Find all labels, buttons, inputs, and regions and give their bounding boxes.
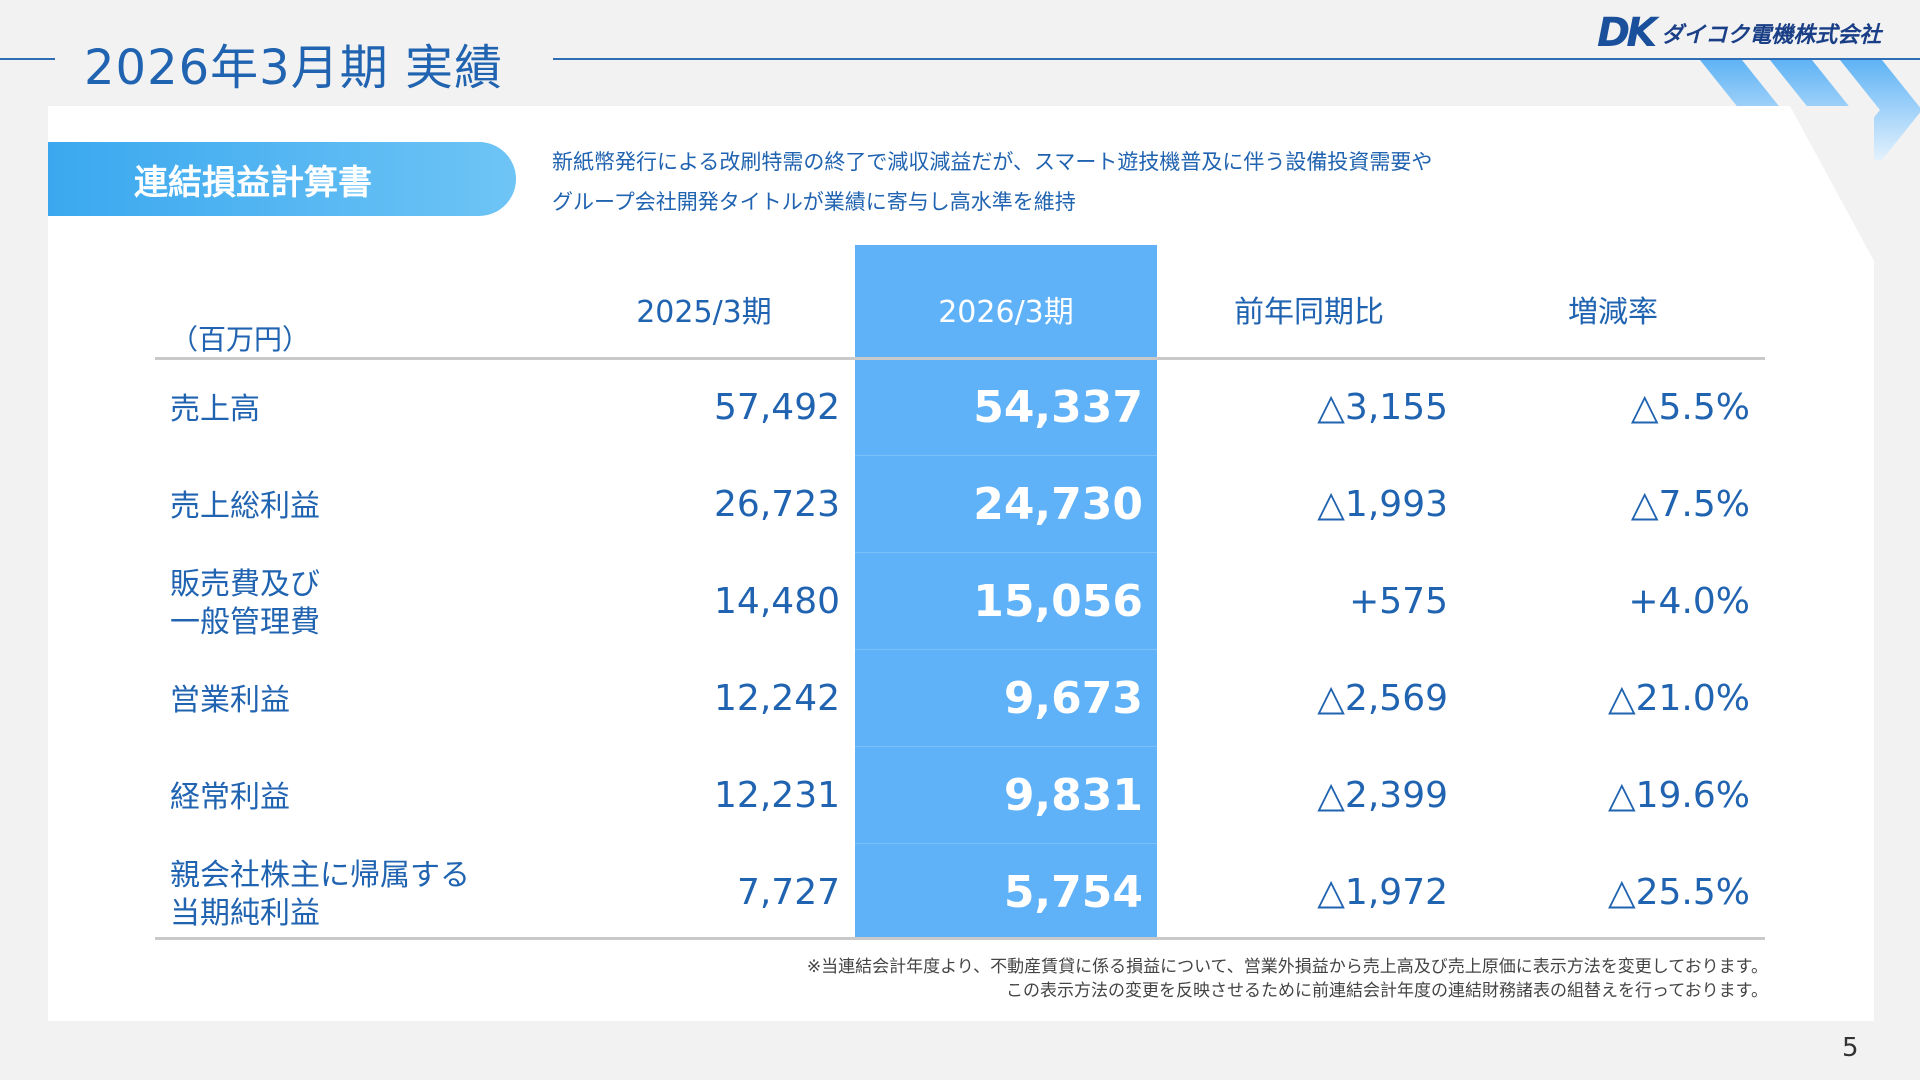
highlight-row-separator: [855, 455, 1157, 456]
cell-diff: △2,569: [1317, 678, 1448, 719]
logo-company-name: ダイコク電機株式会社: [1661, 23, 1882, 48]
cell-rate: △7.5%: [1630, 484, 1750, 525]
cell-curr: 5,754: [1003, 867, 1143, 918]
row-label-line: 販売費及び: [170, 567, 320, 602]
cell-rate: △25.5%: [1607, 872, 1750, 913]
section-label: 連結損益計算書: [48, 142, 516, 216]
table-header-rule: [155, 357, 1765, 360]
row-label: 親会社株主に帰属する 当期純利益: [170, 857, 470, 933]
footnote-line: この表示方法の変更を反映させるために前連結会計年度の連結財務諸表の組替えを行って…: [1006, 981, 1768, 1001]
highlight-row-separator: [855, 843, 1157, 844]
logo-mark-k: K: [1626, 10, 1657, 56]
row-label: 経常利益: [170, 779, 290, 817]
highlight-row-separator: [855, 552, 1157, 553]
table-unit: （百万円）: [170, 323, 311, 356]
cell-curr: 24,730: [973, 479, 1143, 530]
row-label-line: 営業利益: [170, 683, 290, 718]
cell-diff: △1,993: [1317, 484, 1448, 525]
cell-rate: △21.0%: [1607, 678, 1750, 719]
page-title: 2026年3月期 実績: [84, 40, 503, 96]
header-curr-year: 2026/3期: [938, 295, 1074, 330]
row-label-line: 売上総利益: [170, 489, 320, 524]
logo-mark-d: D: [1597, 10, 1630, 56]
header-yoy-diff: 前年同期比: [1234, 295, 1384, 330]
cell-diff: △1,972: [1317, 872, 1448, 913]
cell-diff: +575: [1349, 581, 1448, 622]
cell-prev: 14,480: [714, 581, 840, 622]
row-label-line: 経常利益: [170, 780, 290, 815]
cell-prev: 12,231: [714, 775, 840, 816]
cell-curr: 9,673: [1003, 673, 1143, 724]
cell-rate: +4.0%: [1628, 581, 1750, 622]
cell-prev: 26,723: [714, 484, 840, 525]
cell-diff: △2,399: [1317, 775, 1448, 816]
company-logo: DK ダイコク電機株式会社: [1597, 10, 1881, 56]
cell-prev: 57,492: [714, 387, 840, 428]
header-change-rate: 増減率: [1568, 295, 1658, 330]
cell-prev: 12,242: [714, 678, 840, 719]
row-label: 売上高: [170, 391, 260, 429]
footnote: ※当連結会計年度より、不動産賃貸に係る損益について、営業外損益から売上高及び売上…: [807, 955, 1768, 1003]
cell-curr: 15,056: [973, 576, 1143, 627]
table-bottom-rule: [155, 937, 1765, 940]
highlight-row-separator: [855, 746, 1157, 747]
cell-curr: 9,831: [1003, 770, 1143, 821]
row-label: 販売費及び 一般管理費: [170, 566, 320, 642]
highlight-row-separator: [855, 649, 1157, 650]
section-description: 新紙幣発行による改刷特需の終了で減収減益だが、スマート遊技機普及に伴う設備投資需…: [552, 142, 1432, 222]
cell-rate: △5.5%: [1630, 387, 1750, 428]
cell-diff: △3,155: [1317, 387, 1448, 428]
row-label-line: 親会社株主に帰属する: [170, 858, 470, 893]
row-label: 営業利益: [170, 682, 290, 720]
row-label-line: 売上高: [170, 392, 260, 427]
description-line: グループ会社開発タイトルが業績に寄与し高水準を維持: [552, 190, 1076, 214]
description-line: 新紙幣発行による改刷特需の終了で減収減益だが、スマート遊技機普及に伴う設備投資需…: [552, 150, 1433, 174]
cell-curr: 54,337: [973, 382, 1143, 433]
header-prev-year: 2025/3期: [636, 295, 772, 330]
row-label-line: 一般管理費: [170, 605, 320, 640]
cell-rate: △19.6%: [1607, 775, 1750, 816]
panel-corner-cut: [1790, 106, 1874, 261]
row-label-line: 当期純利益: [170, 896, 320, 931]
page-number: 5: [1842, 1033, 1859, 1063]
row-label: 売上総利益: [170, 488, 320, 526]
cell-prev: 7,727: [736, 872, 840, 913]
footnote-line: ※当連結会計年度より、不動産賃貸に係る損益について、営業外損益から売上高及び売上…: [806, 957, 1768, 977]
title-rule-left: [0, 58, 55, 60]
logo-mark: DK: [1597, 10, 1657, 56]
